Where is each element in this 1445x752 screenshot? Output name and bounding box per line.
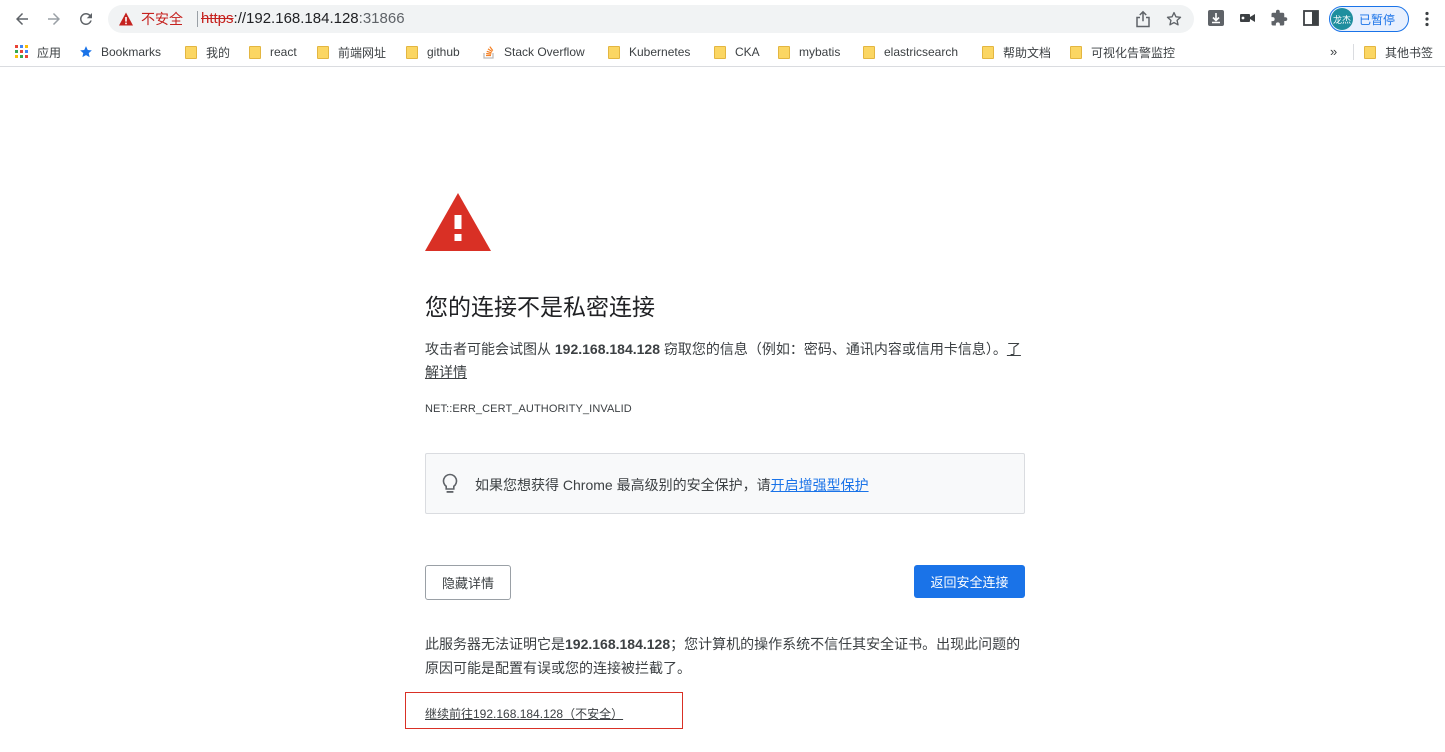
warning-triangle-icon: [425, 193, 491, 251]
address-bar[interactable]: 不安全 https://192.168.184.128:31866: [108, 5, 1194, 33]
bookmark-label: CKA: [735, 45, 760, 59]
apps-grid-icon: [15, 45, 28, 58]
bookmark-bookmarks[interactable]: Bookmarks: [79, 42, 161, 62]
reload-icon: [79, 12, 92, 25]
browser-toolbar: 不安全 https://192.168.184.128:31866 龙杰 已暂停: [0, 0, 1445, 38]
profile-button[interactable]: 龙杰 已暂停: [1329, 6, 1409, 32]
enhanced-prefix: 如果您想获得 Chrome 最高级别的安全保护，请: [475, 477, 771, 493]
download-icon[interactable]: [1207, 9, 1225, 27]
arrow-left-icon: [16, 13, 28, 25]
hide-details-button[interactable]: 隐藏详情: [425, 565, 511, 600]
folder-icon: [1364, 45, 1376, 59]
back-to-safety-button[interactable]: 返回安全连接: [914, 565, 1025, 598]
extension-camera-icon[interactable]: [1238, 9, 1256, 27]
folder-icon: [185, 45, 197, 59]
enhanced-protection-callout: 如果您想获得 Chrome 最高级别的安全保护，请开启增强型保护: [425, 453, 1025, 514]
folder-icon: [406, 45, 418, 59]
star-icon: [80, 46, 92, 58]
bookmark-folder-monitoring[interactable]: 可视化告警监控: [1070, 42, 1175, 62]
error-code: NET::ERR_CERT_AUTHORITY_INVALID: [425, 403, 632, 415]
more-vert-icon[interactable]: [1418, 10, 1436, 28]
folder-icon: [714, 45, 726, 59]
page-title: 您的连接不是私密连接: [425, 294, 655, 320]
reload-button[interactable]: [71, 4, 101, 34]
more-bookmarks-chevron[interactable]: »: [1330, 44, 1337, 59]
desc-suffix: 窃取您的信息（例如：密码、通讯内容或信用卡信息）。: [660, 341, 1007, 357]
bookmark-label: 我的: [206, 45, 231, 60]
bookmark-folder-github[interactable]: github: [406, 42, 460, 62]
share-icon[interactable]: [1134, 10, 1152, 28]
side-panel-icon[interactable]: [1302, 9, 1320, 27]
folder-icon: [778, 45, 790, 59]
forward-button[interactable]: [39, 4, 69, 34]
enhanced-protection-link[interactable]: 开启增强型保护: [771, 477, 869, 493]
bookmark-folder-cka[interactable]: CKA: [714, 42, 760, 62]
proceed-unsafe-link[interactable]: 继续前往192.168.184.128（不安全）: [425, 705, 623, 722]
details-prefix: 此服务器无法证明它是: [425, 636, 565, 652]
details-host: 192.168.184.128: [565, 636, 671, 652]
bookmark-label: 可视化告警监控: [1091, 45, 1176, 60]
bookmark-label: 应用: [37, 45, 62, 60]
bookmark-folder-wode[interactable]: 我的: [185, 42, 230, 62]
folder-icon: [863, 45, 875, 59]
bookmark-apps[interactable]: 应用: [15, 42, 61, 62]
bookmark-folder-help-docs[interactable]: 帮助文档: [982, 42, 1051, 62]
lightbulb-icon: [442, 473, 458, 493]
folder-icon: [249, 45, 261, 59]
folder-icon: [608, 45, 620, 59]
bookmark-label: Stack Overflow: [504, 45, 585, 59]
bookmark-label: Kubernetes: [629, 45, 691, 59]
bookmark-label: 其他书签: [1385, 45, 1434, 60]
avatar: 龙杰: [1331, 8, 1353, 30]
puzzle-icon[interactable]: [1270, 9, 1288, 27]
url-text[interactable]: https://192.168.184.128:31866: [201, 10, 405, 28]
bookmark-folder-mybatis[interactable]: mybatis: [778, 42, 840, 62]
folder-icon: [317, 45, 329, 59]
arrow-right-icon: [48, 13, 60, 25]
divider: [197, 11, 198, 27]
host-name: 192.168.184.128: [554, 341, 660, 357]
desc-prefix: 攻击者可能会试图从: [425, 341, 555, 357]
bookmark-label: react: [270, 45, 297, 59]
url-host: ://192.168.184.128: [233, 10, 359, 27]
details-message: 此服务器无法证明它是192.168.184.128；您计算机的操作系统不信任其安…: [425, 632, 1025, 680]
bookmark-label: github: [427, 45, 460, 59]
bookmark-label: Bookmarks: [101, 45, 162, 59]
bookmark-label: 前端网址: [338, 45, 387, 60]
url-scheme: https: [201, 10, 234, 27]
warning-icon[interactable]: [118, 11, 134, 27]
main-message: 攻击者可能会试图从 192.168.184.128 窃取您的信息（例如：密码、通…: [425, 338, 1025, 384]
divider: [1353, 44, 1354, 60]
bookmark-other-bookmarks[interactable]: 其他书签: [1364, 42, 1433, 62]
bookmark-folder-elasticsearch[interactable]: elastricsearch: [863, 42, 958, 62]
url-port: :31866: [358, 10, 405, 27]
bookmark-label: 帮助文档: [1003, 45, 1052, 60]
security-status-label[interactable]: 不安全: [141, 11, 183, 27]
enhanced-protection-text: 如果您想获得 Chrome 最高级别的安全保护，请开启增强型保护: [475, 475, 869, 495]
bookmark-folder-react[interactable]: react: [249, 42, 297, 62]
folder-icon: [1070, 45, 1082, 59]
bookmark-folder-frontend[interactable]: 前端网址: [317, 42, 386, 62]
folder-icon: [982, 45, 994, 59]
bookmark-label: elastricsearch: [884, 45, 959, 59]
stackoverflow-icon: [483, 46, 494, 59]
profile-status-label: 已暂停: [1359, 12, 1396, 27]
bookmark-stackoverflow[interactable]: Stack Overflow: [482, 42, 585, 62]
back-button[interactable]: [7, 4, 37, 34]
bookmark-label: mybatis: [799, 45, 841, 59]
bookmarks-bar: 应用 Bookmarks 我的 react 前端网址 github Stack …: [0, 38, 1445, 67]
bookmark-folder-kubernetes[interactable]: Kubernetes: [608, 42, 690, 62]
star-icon[interactable]: [1165, 10, 1183, 28]
